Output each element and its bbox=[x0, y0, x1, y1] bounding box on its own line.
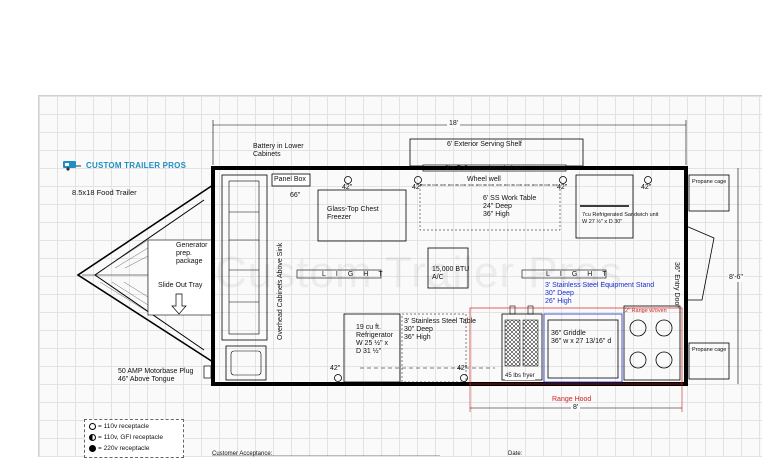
ss-table-label: 3' Stainless Steel Table 30" Deep 36" Hi… bbox=[404, 318, 477, 341]
slide-out-label: Slide Out Tray bbox=[158, 282, 203, 289]
door-width-label: 66" bbox=[290, 192, 301, 199]
griddle-label: 36" Griddle 36" w x 27 13/16" d bbox=[551, 330, 612, 345]
outlet-110v-icon bbox=[89, 423, 96, 430]
outlet-height-label-3: 42" bbox=[557, 184, 568, 191]
hood-length-label: 8' bbox=[571, 404, 581, 412]
refrigerator-label: 19 cu ft. Refrigerator W 25 ½" x D 31 ½" bbox=[356, 324, 393, 355]
ac-label: 15,000 BTU A/C bbox=[432, 266, 470, 281]
range-label: 2" Range w/oven bbox=[625, 308, 667, 314]
burner-2 bbox=[655, 319, 673, 337]
outlet-height-label-1: 42" bbox=[342, 184, 353, 191]
burner-4 bbox=[655, 351, 673, 369]
range-hood-label: Range Hood bbox=[552, 396, 592, 403]
legend-row-220v: = 220v receptacle bbox=[89, 445, 150, 452]
burner-3 bbox=[629, 351, 647, 369]
entry-door bbox=[685, 225, 715, 301]
work-table-label: 6' SS Work Table 24" Deep 36" High bbox=[483, 195, 537, 218]
outlet-height-label-2: 42" bbox=[412, 184, 423, 191]
panel-box-label: Panel Box bbox=[274, 176, 306, 183]
light-right-label: LIGHT bbox=[546, 271, 617, 278]
tongue-hatch bbox=[99, 239, 149, 313]
equipment-stand bbox=[543, 313, 623, 383]
equipment-stand-label: 3' Stainless Steel Equipment Stand 30" D… bbox=[545, 282, 655, 305]
outlet-height-label-6: 42" bbox=[457, 365, 468, 372]
sandwich-unit-label: 7cu Refrigerated Sandwich unit W 27 ½" x… bbox=[582, 212, 659, 225]
fryer-basket-2 bbox=[522, 319, 539, 367]
legend-row-110v: = 110v receptacle bbox=[89, 423, 149, 430]
propane-cage-bottom-label: Propane cage bbox=[692, 347, 727, 353]
concession-window-label: 3' x 5' Concession window bbox=[445, 165, 521, 172]
range-oven bbox=[623, 305, 681, 381]
generator-label: Generator prep. package bbox=[176, 242, 208, 265]
legend-row-gfi: = 110v, GFI receptacle bbox=[89, 434, 163, 441]
outlet-gfi-icon bbox=[89, 434, 96, 441]
entry-door-label: 36" Entry Door bbox=[673, 262, 680, 308]
light-left-label: LIGHT bbox=[322, 271, 393, 278]
outlet-legend: = 110v receptacle = 110v, GFI receptacle… bbox=[84, 419, 184, 458]
legend-label-220v: = 220v receptacle bbox=[98, 445, 150, 452]
fryer-label: 45 lbs fryer bbox=[505, 372, 535, 380]
motorbase-label: 50 AMP Motorbase Plug 46" Above Tongue bbox=[118, 368, 194, 383]
customer-acceptance-label: Customer Acceptance: bbox=[212, 451, 273, 457]
cabinet-inner bbox=[228, 180, 260, 335]
wheel-well-label: Wheel well bbox=[467, 176, 501, 183]
outlet-height-label-4: 42" bbox=[641, 184, 652, 191]
overhead-cabinets-label: Overhead Cabinets Above Sink bbox=[277, 242, 284, 340]
battery-label: Battery in Lower Cabinets bbox=[253, 143, 304, 158]
burner-1 bbox=[629, 319, 647, 337]
sink-basin bbox=[230, 350, 262, 376]
trailer-tongue bbox=[76, 184, 214, 363]
fryer-handle-1 bbox=[509, 305, 516, 315]
fryer-handle-2 bbox=[527, 305, 534, 315]
outlet-height-label-5: 42" bbox=[330, 365, 341, 372]
serving-shelf-label: 6' Exterior Serving Shelf bbox=[447, 141, 522, 148]
length-dimension-label: 18' bbox=[447, 120, 461, 128]
outlet-220v-icon bbox=[89, 445, 96, 452]
propane-cage-top-label: Propane cage bbox=[692, 179, 727, 185]
width-dimension-label: 8'-6" bbox=[728, 274, 744, 282]
floor-plan bbox=[76, 120, 739, 456]
fryer-basket-1 bbox=[504, 319, 521, 367]
griddle bbox=[547, 319, 619, 379]
freezer-label: Glass-Top Chest Freezer bbox=[327, 206, 379, 221]
motorbase-plug bbox=[203, 365, 212, 379]
legend-label-110v: = 110v receptacle bbox=[98, 423, 150, 430]
date-label: Date: bbox=[508, 451, 523, 457]
legend-label-gfi: = 110v, GFI receptacle bbox=[98, 434, 163, 441]
